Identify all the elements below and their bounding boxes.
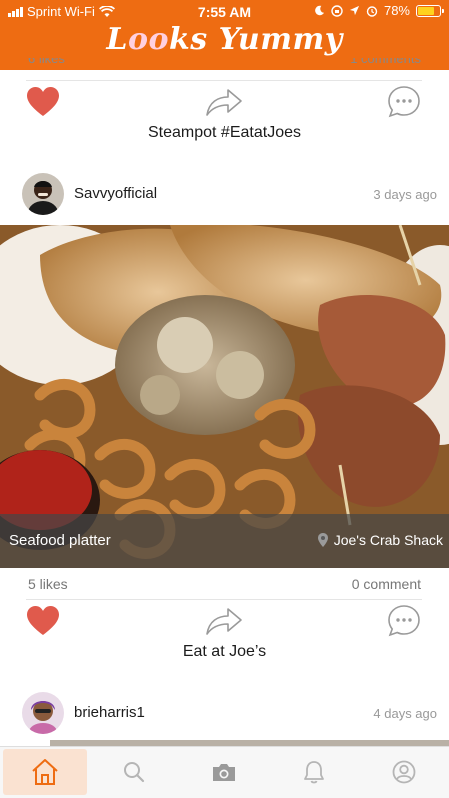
prev-comments-text: 1 comments: [350, 58, 421, 66]
likes-count[interactable]: 5 likes: [28, 576, 68, 592]
logo-part: L: [106, 22, 128, 57]
post-header: brieharris1 4 days ago: [0, 692, 449, 736]
bell-icon: [304, 761, 324, 784]
share-icon[interactable]: [205, 606, 243, 636]
alarm-icon: [366, 5, 378, 17]
dish-name: Seafood platter: [9, 532, 111, 549]
home-icon: [32, 759, 58, 785]
restaurant-link[interactable]: Joe's Crab Shack: [317, 532, 443, 548]
post-caption: Steampot #EatatJoes: [148, 124, 301, 141]
status-bar: Sprint Wi-Fi 7:55 AM 78%: [0, 0, 449, 24]
comment-icon[interactable]: [387, 85, 421, 119]
comment-icon[interactable]: [387, 604, 421, 638]
heart-icon[interactable]: [26, 86, 60, 118]
prev-likes-partial: 6 likes: [28, 58, 65, 70]
post-header: Savvyofficial 3 days ago: [0, 173, 449, 217]
tab-search[interactable]: [92, 749, 176, 795]
logo-part: ks: [168, 22, 208, 57]
avatar[interactable]: [22, 692, 64, 734]
prev-comments-partial: 1 comments: [350, 58, 421, 70]
profile-icon: [392, 760, 416, 784]
prev-action-row: [0, 84, 449, 124]
prev-likes-text: 6 likes: [28, 58, 65, 66]
avatar[interactable]: [22, 173, 64, 215]
restaurant-name: Joe's Crab Shack: [333, 532, 443, 548]
post-time: 3 days ago: [373, 187, 437, 202]
moon-icon: [315, 5, 325, 16]
location-pin-icon: [317, 533, 328, 547]
username[interactable]: Savvyofficial: [74, 185, 157, 202]
heart-icon[interactable]: [26, 605, 60, 637]
battery-icon: [416, 4, 444, 17]
app-logo: Looks Yummy: [0, 22, 449, 57]
tab-notifications[interactable]: [272, 749, 356, 795]
avatar-image: [22, 173, 64, 215]
share-icon[interactable]: [205, 87, 243, 117]
divider: [26, 599, 422, 600]
tab-home[interactable]: [3, 749, 87, 795]
location-arrow-icon: [349, 5, 360, 16]
battery-percent: 78%: [383, 3, 410, 18]
logo-part: Yummy: [207, 22, 343, 57]
username[interactable]: brieharris1: [74, 704, 145, 721]
search-icon: [124, 762, 145, 783]
battery-fill: [418, 6, 435, 15]
tab-bar: [0, 746, 449, 798]
avatar-image: [22, 692, 64, 734]
comments-count[interactable]: 0 comment: [352, 576, 421, 592]
logo-part: oo: [127, 22, 169, 57]
post-photo[interactable]: Seafood platter Joe's Crab Shack: [0, 225, 449, 568]
post-time: 4 days ago: [373, 706, 437, 721]
tab-profile[interactable]: [362, 749, 446, 795]
status-right: 78%: [314, 3, 444, 18]
photo-info-bar: Seafood platter Joe's Crab Shack: [0, 514, 449, 568]
main-action-row: [0, 603, 449, 643]
lock-rotation-icon: [331, 4, 343, 17]
tab-camera[interactable]: [182, 749, 266, 795]
divider: [26, 80, 422, 81]
camera-icon: [213, 764, 235, 781]
post-caption: Eat at Joe’s: [182, 643, 267, 660]
